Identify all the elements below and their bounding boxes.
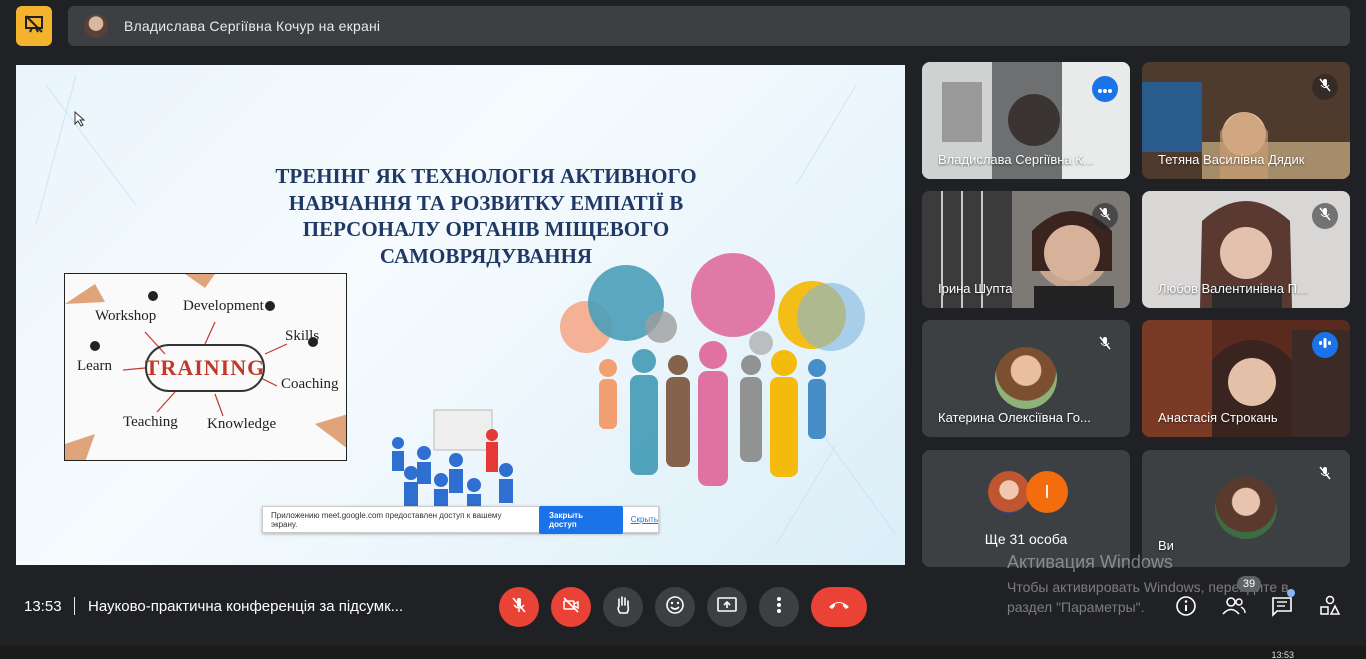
presentation-off-icon [24, 14, 44, 39]
presenter-avatar [84, 14, 108, 38]
emoji-icon [665, 595, 685, 620]
windows-taskbar: 13:53 [0, 646, 1366, 659]
muted-indicator [1312, 462, 1338, 488]
participant-name: Любов Валентинівна П... [1158, 281, 1308, 296]
skills-word: Skills [285, 328, 320, 344]
more-options-button[interactable] [1092, 76, 1118, 102]
knowledge-word: Knowledge [207, 416, 277, 432]
coaching-word: Coaching [281, 376, 339, 392]
muted-indicator [1312, 74, 1338, 100]
share-notice-text: Приложению meet.google.com предоставлен … [271, 510, 502, 529]
muted-indicator [1312, 203, 1338, 229]
present-button[interactable] [707, 587, 747, 627]
others-count-label: Ще 31 особа [984, 531, 1068, 547]
mic-off-icon [1098, 336, 1112, 355]
slide-title-line: САМОВРЯДУВАННЯ [379, 243, 593, 268]
audio-level-icon [1318, 336, 1332, 354]
raise-hand-icon [614, 595, 632, 620]
participant-tile[interactable]: Владислава Сергіївна К... [922, 62, 1130, 179]
development-word: Development [183, 298, 264, 314]
chat-button[interactable] [1268, 594, 1296, 622]
people-button[interactable] [1220, 594, 1248, 622]
mic-off-icon [1098, 207, 1112, 226]
shared-screen: ТРЕНІНГ ЯК ТЕХНОЛОГІЯ АКТИВНОГО НАВЧАННЯ… [16, 65, 905, 565]
participant-tile[interactable]: Тетяна Василівна Дядик [1142, 62, 1350, 179]
slide-title-line: ТРЕНІНГ ЯК ТЕХНОЛОГІЯ АКТИВНОГО [275, 164, 697, 188]
speaking-indicator [1312, 332, 1338, 358]
hang-up-icon [827, 598, 851, 616]
participant-name: Катерина Олексіївна Го... [938, 410, 1091, 425]
leave-call-button[interactable] [811, 587, 867, 627]
clock: 13:53 [24, 598, 62, 615]
divider [74, 597, 75, 615]
watermark-title: Активация Windows [1007, 552, 1173, 572]
presenter-banner: Владислава Сергіївна Кочур на екрані [68, 6, 1350, 46]
participants-count-badge: 39 [1237, 576, 1261, 592]
more-dots-icon [1098, 80, 1112, 98]
info-icon [1175, 595, 1197, 622]
participant-name: Владислава Сергіївна К... [938, 152, 1094, 167]
activities-button[interactable] [1316, 594, 1344, 622]
participant-name: Тетяна Василівна Дядик [1158, 152, 1305, 167]
meeting-details-button[interactable] [1172, 594, 1200, 622]
hide-notice-link[interactable]: Скрыть [631, 515, 658, 524]
camera-toggle-button[interactable] [551, 587, 591, 627]
reactions-button[interactable] [655, 587, 695, 627]
learn-word: Learn [77, 358, 112, 374]
stop-sharing-button[interactable]: Закрыть доступ [539, 505, 623, 534]
participant-name: Ви [1158, 538, 1174, 553]
camera-off-icon [562, 596, 580, 619]
mic-off-icon [510, 596, 528, 619]
training-mindmap-image: TRAINING Workshop Development Skills Lea… [64, 273, 347, 461]
teaching-word: Teaching [123, 414, 178, 430]
mic-off-icon [1318, 78, 1332, 97]
muted-indicator [1092, 332, 1118, 358]
participant-tile[interactable]: Катерина Олексіївна Го... [922, 320, 1130, 437]
screen-share-notice: Приложению meet.google.com предоставлен … [262, 505, 659, 534]
self-avatar [1215, 477, 1277, 539]
chat-icon [1271, 595, 1293, 622]
participant-tile[interactable]: Анастасія Строкань [1142, 320, 1350, 437]
people-icon [1222, 596, 1246, 621]
others-tile[interactable]: І Ще 31 особа [922, 450, 1130, 567]
slide-title: ТРЕНІНГ ЯК ТЕХНОЛОГІЯ АКТИВНОГО НАВЧАННЯ… [231, 163, 741, 269]
meeting-title: Науково-практична конференція за підсумк… [88, 598, 404, 615]
mouse-cursor-icon [74, 111, 86, 127]
workshop-word: Workshop [95, 308, 157, 324]
self-tile[interactable]: Ви [1142, 450, 1350, 567]
more-icon [777, 596, 781, 618]
participant-tile[interactable]: Ірина Шупта [922, 191, 1130, 308]
mic-off-icon [1318, 466, 1332, 485]
participant-avatar [995, 347, 1057, 409]
mic-off-icon [1318, 207, 1332, 226]
muted-indicator [1092, 203, 1118, 229]
presenter-text: Владислава Сергіївна Кочур на екрані [124, 18, 381, 34]
more-options-button[interactable] [759, 587, 799, 627]
participant-initial-avatar: І [1026, 471, 1068, 513]
slide-title-line: НАВЧАННЯ ТА РОЗВИТКУ ЕМПАТІЇ В [288, 190, 684, 215]
participant-tile[interactable]: Любов Валентинівна П... [1142, 191, 1350, 308]
slide-title-line: ПЕРСОНАЛУ ОРГАНІВ МІЩЕВОГО [302, 217, 670, 241]
present-icon [717, 596, 737, 619]
speech-bubbles-illustration [560, 253, 865, 486]
participant-name: Анастасія Строкань [1158, 410, 1278, 425]
taskbar-clock: 13:53 [1271, 650, 1294, 659]
presentation-logo[interactable] [16, 6, 52, 46]
raise-hand-button[interactable] [603, 587, 643, 627]
microphone-toggle-button[interactable] [499, 587, 539, 627]
participant-avatar [988, 471, 1030, 513]
presentation-figures-illustration [392, 409, 513, 518]
participant-name: Ірина Шупта [938, 281, 1013, 296]
activities-icon [1319, 595, 1341, 622]
training-word: TRAINING [145, 344, 265, 392]
